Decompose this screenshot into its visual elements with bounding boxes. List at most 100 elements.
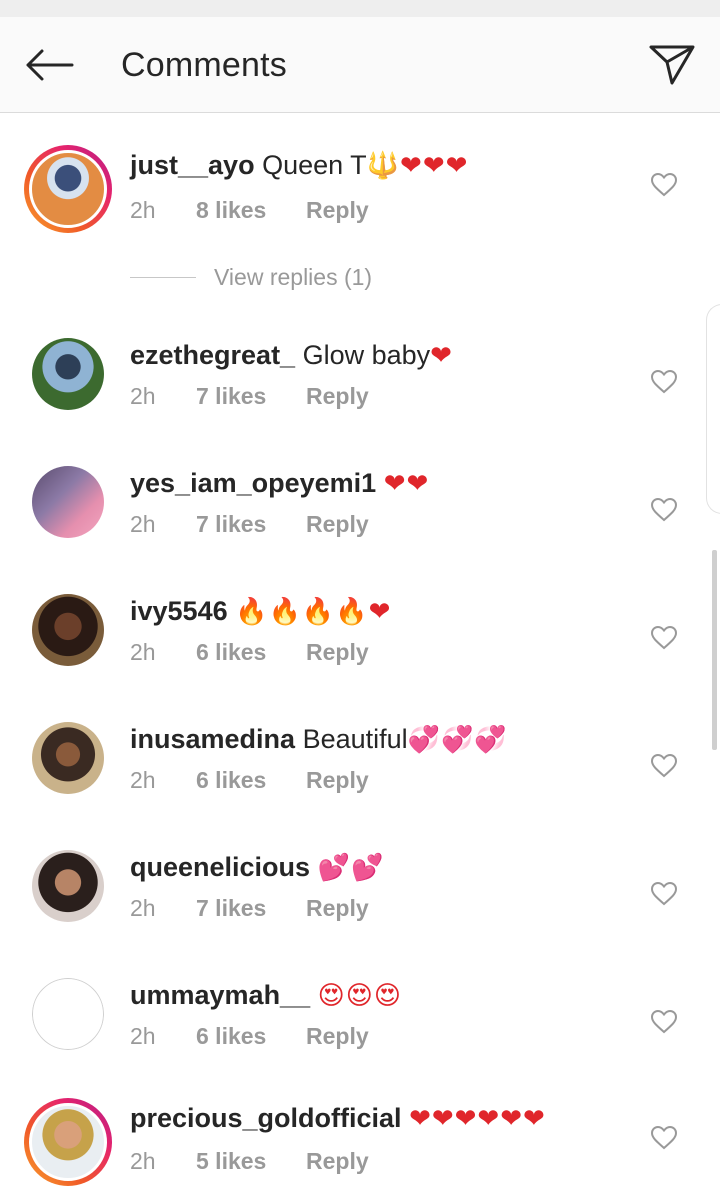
comment-emoji: ❤❤❤❤❤❤	[409, 1104, 546, 1134]
share-button[interactable]	[640, 37, 704, 93]
like-button[interactable]	[646, 1004, 682, 1040]
comment-item: just__ayo Queen T🔱❤❤❤ 2h 8 likes Reply Vie…	[0, 145, 720, 290]
avatar-placeholder	[32, 978, 104, 1050]
comment-meta: 2h 6 likes Reply	[130, 639, 369, 666]
reply-button[interactable]: Reply	[306, 383, 369, 410]
heart-outline-icon	[651, 173, 677, 197]
paper-plane-icon	[649, 45, 695, 85]
comment-item: precious_goldofficial ❤❤❤❤❤❤ 2h 5 likes Re…	[0, 1098, 720, 1198]
comment-meta: 2h 6 likes Reply	[130, 767, 369, 794]
comment-text: precious_goldofficial ❤❤❤❤❤❤	[130, 1101, 630, 1136]
avatar[interactable]	[32, 338, 104, 410]
comment-body: Glow baby	[302, 340, 431, 370]
comment-body: Queen T	[262, 150, 367, 180]
comment-meta: 2h 7 likes Reply	[130, 511, 369, 538]
comment-likes[interactable]: 7 likes	[196, 383, 306, 410]
heart-outline-icon	[651, 754, 677, 778]
comment-meta: 2h 7 likes Reply	[130, 895, 369, 922]
arrow-left-icon	[26, 49, 74, 81]
comment-body: Beautiful	[302, 724, 408, 754]
like-button[interactable]	[646, 876, 682, 912]
reply-button[interactable]: Reply	[306, 639, 369, 666]
comment-item: inusamedina Beautiful💞💞💞 2h 6 likes Reply	[0, 722, 720, 822]
avatar[interactable]	[32, 466, 104, 538]
comment-likes[interactable]: 6 likes	[196, 1023, 306, 1050]
comment-likes[interactable]: 5 likes	[196, 1148, 306, 1175]
comment-username[interactable]: just__ayo	[130, 150, 255, 180]
reply-button[interactable]: Reply	[306, 767, 369, 794]
heart-outline-icon	[651, 626, 677, 650]
reply-button[interactable]: Reply	[306, 1148, 369, 1175]
comment-likes[interactable]: 8 likes	[196, 197, 306, 224]
divider	[130, 276, 196, 278]
comment-username[interactable]: precious_goldofficial	[130, 1103, 402, 1133]
comment-emoji: ❤	[430, 341, 453, 371]
comment-likes[interactable]: 6 likes	[196, 639, 306, 666]
view-replies-label: View replies (1)	[214, 263, 373, 290]
comment-emoji: 🔥🔥🔥🔥❤	[235, 597, 392, 627]
heart-outline-icon	[651, 882, 677, 906]
comment-meta: 2h 7 likes Reply	[130, 383, 369, 410]
comment-text: ivy5546 🔥🔥🔥🔥❤	[130, 594, 630, 629]
comment-emoji: 😍😍😍	[317, 981, 402, 1011]
view-replies-button[interactable]: View replies (1)	[130, 262, 372, 292]
comment-emoji: 💕💕	[317, 853, 385, 883]
comments-header: Comments	[0, 17, 720, 113]
like-button[interactable]	[646, 1120, 682, 1156]
comment-emoji: 🔱❤❤❤	[366, 151, 469, 181]
comment-username[interactable]: ezethegreat_	[130, 340, 295, 370]
comment-time: 2h	[130, 639, 156, 665]
back-button[interactable]	[14, 39, 84, 91]
reply-button[interactable]: Reply	[306, 1023, 369, 1050]
comment-text: ezethegreat_ Glow baby❤	[130, 338, 630, 373]
comment-emoji: 💞💞💞	[407, 725, 508, 755]
comment-username[interactable]: queenelicious	[130, 852, 310, 882]
status-bar	[0, 0, 720, 17]
comment-text: yes_iam_opeyemi1 ❤❤	[130, 466, 630, 501]
comment-username[interactable]: inusamedina	[130, 724, 295, 754]
heart-outline-icon	[651, 370, 677, 394]
comment-time: 2h	[130, 895, 156, 921]
comment-likes[interactable]: 6 likes	[196, 767, 306, 794]
comment-time: 2h	[130, 1023, 156, 1049]
comment-text: queenelicious 💕💕	[130, 850, 630, 885]
avatar[interactable]	[32, 850, 104, 922]
avatar[interactable]	[32, 978, 104, 1050]
reply-button[interactable]: Reply	[306, 895, 369, 922]
reply-button[interactable]: Reply	[306, 511, 369, 538]
comment-text: just__ayo Queen T🔱❤❤❤	[130, 148, 630, 183]
reply-button[interactable]: Reply	[306, 197, 369, 224]
comment-meta: 2h 8 likes Reply	[130, 197, 369, 224]
comment-username[interactable]: ummaymah__	[130, 980, 310, 1010]
comment-likes[interactable]: 7 likes	[196, 895, 306, 922]
avatar[interactable]	[32, 722, 104, 794]
like-button[interactable]	[646, 620, 682, 656]
like-button[interactable]	[646, 748, 682, 784]
comment-time: 2h	[130, 767, 156, 793]
comment-item: ummaymah__ 😍😍😍 2h 6 likes Reply	[0, 978, 720, 1078]
comment-item: yes_iam_opeyemi1 ❤❤ 2h 7 likes Reply	[0, 466, 720, 566]
like-button[interactable]	[646, 492, 682, 528]
comment-username[interactable]: yes_iam_opeyemi1	[130, 468, 376, 498]
comment-username[interactable]: ivy5546	[130, 596, 228, 626]
avatar[interactable]	[24, 145, 112, 233]
avatar[interactable]	[24, 1098, 112, 1186]
comment-meta: 2h 6 likes Reply	[130, 1023, 369, 1050]
comment-meta: 2h 5 likes Reply	[130, 1148, 369, 1175]
comment-emoji: ❤❤	[383, 469, 430, 499]
comment-time: 2h	[130, 1148, 156, 1174]
like-button[interactable]	[646, 167, 682, 203]
comment-text: inusamedina Beautiful💞💞💞	[130, 722, 630, 757]
comment-likes[interactable]: 7 likes	[196, 511, 306, 538]
avatar[interactable]	[32, 594, 104, 666]
comment-time: 2h	[130, 197, 156, 223]
comment-time: 2h	[130, 383, 156, 409]
like-button[interactable]	[646, 364, 682, 400]
comment-time: 2h	[130, 511, 156, 537]
comment-item: ezethegreat_ Glow baby❤ 2h 7 likes Reply	[0, 338, 720, 438]
heart-outline-icon	[651, 498, 677, 522]
page-title: Comments	[121, 46, 287, 84]
heart-outline-icon	[651, 1010, 677, 1034]
heart-outline-icon	[651, 1126, 677, 1150]
comment-item: queenelicious 💕💕 2h 7 likes Reply	[0, 850, 720, 950]
